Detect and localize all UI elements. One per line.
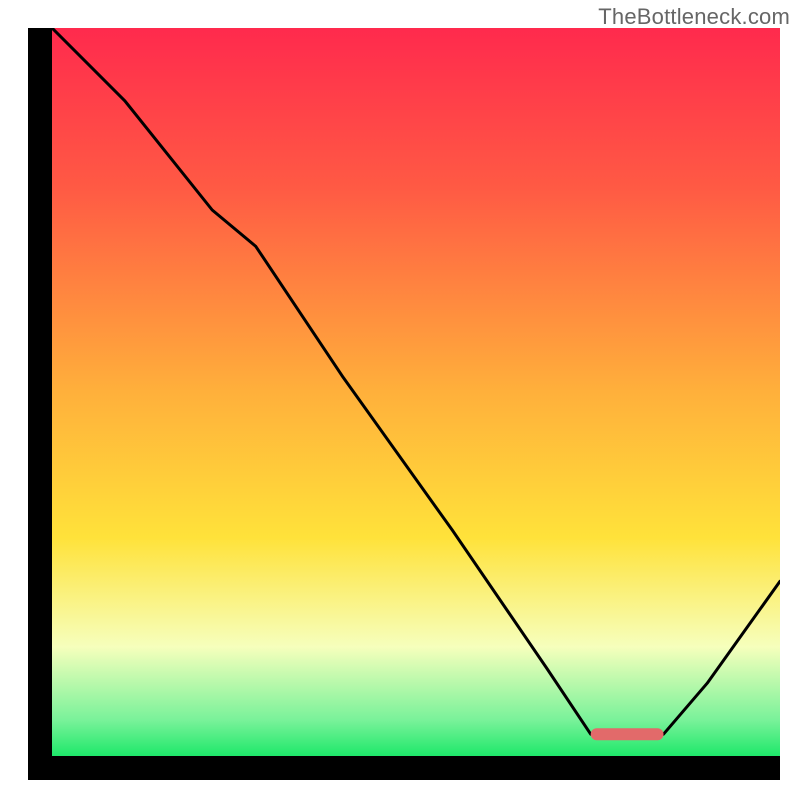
gradient-background xyxy=(52,28,780,756)
watermark-text: TheBottleneck.com xyxy=(598,4,790,30)
optimum-marker xyxy=(591,728,664,740)
chart-frame: TheBottleneck.com xyxy=(0,0,800,800)
plot-area xyxy=(28,28,780,780)
x-axis xyxy=(28,756,780,780)
y-axis xyxy=(28,28,52,780)
chart-svg xyxy=(28,28,780,780)
